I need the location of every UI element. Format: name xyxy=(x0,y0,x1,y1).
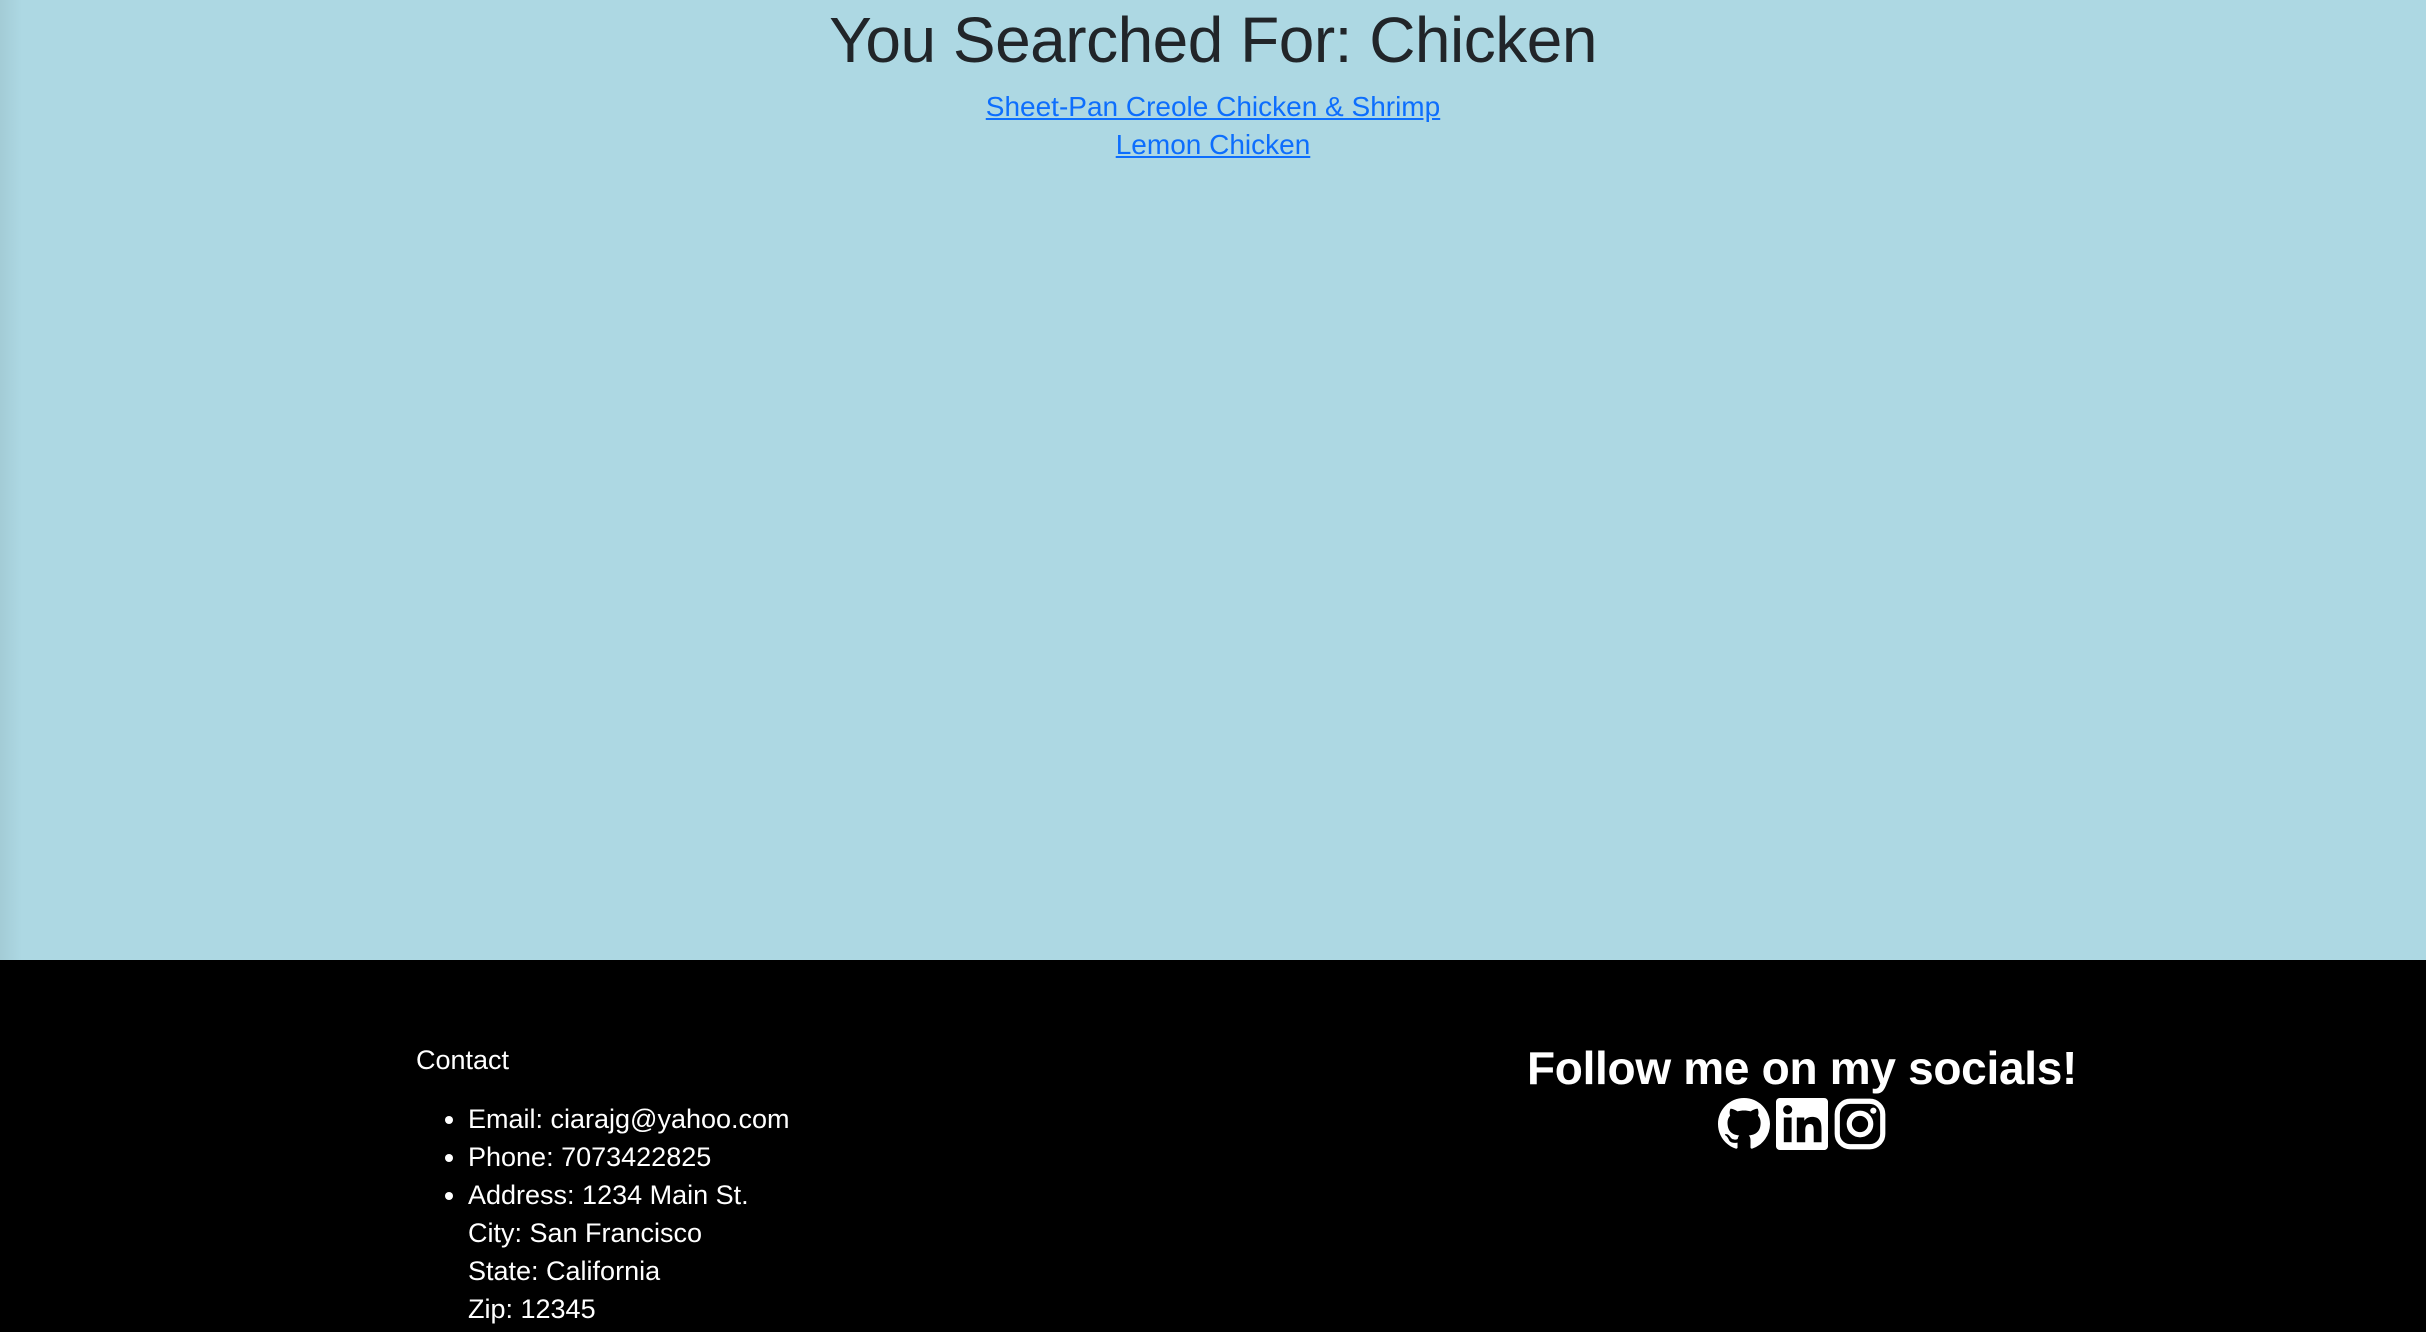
socials-heading: Follow me on my socials! xyxy=(1526,1042,2078,1094)
instagram-icon[interactable] xyxy=(1834,1098,1886,1150)
page-title: You Searched For: Chicken xyxy=(829,4,1597,76)
footer: Contact Email: ciarajg@yahoo.com Phone: … xyxy=(0,960,2426,1332)
contact-address: Address: 1234 Main St. xyxy=(468,1180,749,1210)
linkedin-icon[interactable] xyxy=(1776,1098,1828,1150)
contact-email: Email: ciarajg@yahoo.com xyxy=(468,1100,790,1138)
result-link-sheet-pan-creole-chicken[interactable]: Sheet-Pan Creole Chicken & Shrimp xyxy=(0,88,2426,126)
contact-list: Email: ciarajg@yahoo.com Phone: 70734228… xyxy=(416,1100,790,1328)
contact-zip: Zip: 12345 xyxy=(468,1294,596,1324)
contact-city: City: San Francisco xyxy=(468,1218,703,1248)
result-link-lemon-chicken[interactable]: Lemon Chicken xyxy=(0,126,2426,164)
contact-section: Contact Email: ciarajg@yahoo.com Phone: … xyxy=(416,1042,790,1328)
github-icon[interactable] xyxy=(1718,1098,1770,1150)
social-icons xyxy=(1500,1098,2104,1150)
contact-state: State: California xyxy=(468,1256,661,1286)
contact-phone: Phone: 7073422825 xyxy=(468,1138,790,1176)
search-results-list: Sheet-Pan Creole Chicken & Shrimp Lemon … xyxy=(0,88,2426,164)
contact-heading: Contact xyxy=(416,1045,510,1075)
socials-section: Follow me on my socials! xyxy=(1500,1040,2104,1150)
contact-address-item: Address: 1234 Main St. City: San Francis… xyxy=(468,1176,790,1328)
main-content: You Searched For: Chicken Sheet-Pan Creo… xyxy=(0,0,2426,960)
